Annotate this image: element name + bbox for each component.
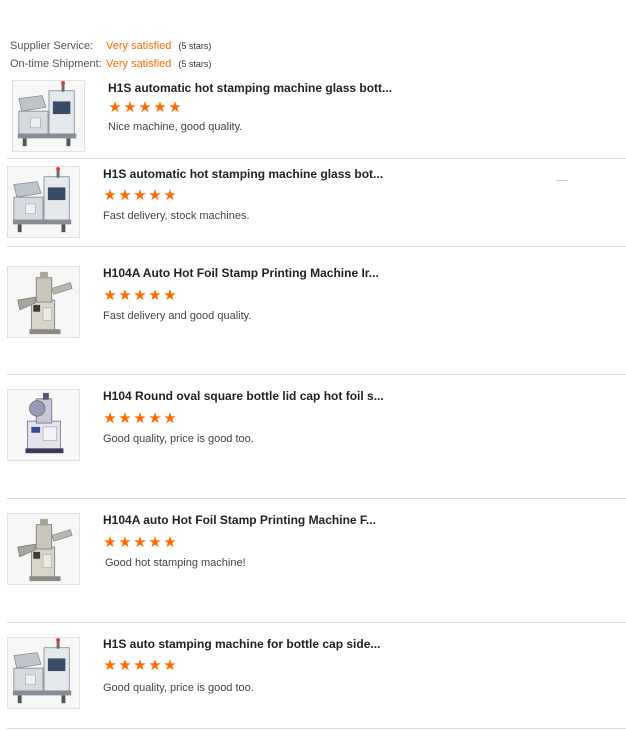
- review-comment: Fast delivery and good quality.: [103, 310, 252, 322]
- supplier-service-value: Very satisfied: [106, 40, 172, 52]
- star-icon: ★: [103, 410, 117, 427]
- star-rating: ★ ★ ★ ★ ★: [103, 534, 177, 551]
- review-comment: Good hot stamping machine!: [105, 557, 246, 569]
- star-icon: ★: [133, 657, 147, 674]
- product-image[interactable]: [12, 80, 85, 152]
- star-icon: ★: [133, 287, 147, 304]
- h1s-machine-icon: [13, 81, 84, 151]
- supplier-service-stars: (5 stars): [178, 41, 212, 51]
- star-icon: ★: [148, 287, 162, 304]
- star-icon: ★: [133, 410, 147, 427]
- star-icon: ★: [148, 187, 162, 204]
- review-item: H1S automatic hot stamping machine glass…: [0, 77, 626, 159]
- star-icon: ★: [168, 99, 182, 116]
- review-item: H104 Round oval square bottle lid cap ho…: [0, 375, 626, 499]
- review-item: H1S automatic hot stamping machine glass…: [0, 159, 626, 247]
- star-rating: ★ ★ ★ ★ ★: [108, 99, 182, 116]
- product-image[interactable]: [7, 166, 80, 238]
- on-time-shipment-stars: (5 stars): [178, 59, 212, 69]
- star-icon: ★: [163, 187, 177, 204]
- star-rating: ★ ★ ★ ★ ★: [103, 410, 177, 427]
- on-time-shipment-value: Very satisfied: [106, 58, 172, 70]
- star-icon: ★: [148, 534, 162, 551]
- star-icon: ★: [163, 287, 177, 304]
- star-icon: ★: [163, 410, 177, 427]
- star-icon: ★: [133, 534, 147, 551]
- review-comment: Good quality, price is good too.: [103, 682, 254, 694]
- star-icon: ★: [118, 534, 132, 551]
- product-title-link[interactable]: H104A Auto Hot Foil Stamp Printing Machi…: [103, 266, 379, 280]
- star-icon: ★: [108, 99, 122, 116]
- star-icon: ★: [123, 99, 137, 116]
- review-item: H104A Auto Hot Foil Stamp Printing Machi…: [0, 247, 626, 375]
- review-item: H104A auto Hot Foil Stamp Printing Machi…: [0, 499, 626, 623]
- product-title-link[interactable]: H1S automatic hot stamping machine glass…: [108, 81, 392, 95]
- star-icon: ★: [103, 187, 117, 204]
- product-title-link[interactable]: H104A auto Hot Foil Stamp Printing Machi…: [103, 513, 376, 527]
- star-rating: ★ ★ ★ ★ ★: [103, 187, 177, 204]
- star-icon: ★: [163, 657, 177, 674]
- supplier-service-label: Supplier Service:: [10, 40, 94, 52]
- review-comment: Nice machine, good quality.: [108, 121, 243, 133]
- h104a-machine-icon: [8, 514, 79, 584]
- star-icon: ★: [118, 657, 132, 674]
- divider-mark: [556, 180, 568, 181]
- star-icon: ★: [138, 99, 152, 116]
- product-image[interactable]: [7, 266, 80, 338]
- review-divider: [7, 728, 626, 729]
- star-icon: ★: [103, 657, 117, 674]
- on-time-shipment-row: On-time Shipment: Very satisfied (5 star…: [10, 55, 211, 73]
- star-icon: ★: [163, 534, 177, 551]
- product-title-link[interactable]: H1S automatic hot stamping machine glass…: [103, 167, 383, 181]
- review-item: H1S auto stamping machine for bottle cap…: [0, 623, 626, 729]
- star-icon: ★: [103, 534, 117, 551]
- star-icon: ★: [118, 287, 132, 304]
- star-icon: ★: [148, 657, 162, 674]
- h104-machine-icon: [8, 390, 79, 460]
- review-comment: Fast delivery, stock machines.: [103, 210, 250, 222]
- h1s-machine-icon: [8, 167, 79, 237]
- star-icon: ★: [118, 410, 132, 427]
- star-icon: ★: [103, 287, 117, 304]
- star-icon: ★: [148, 410, 162, 427]
- supplier-service-row: Supplier Service: Very satisfied (5 star…: [10, 37, 211, 55]
- product-image[interactable]: [7, 637, 80, 709]
- h1s-machine-icon: [8, 638, 79, 708]
- product-title-link[interactable]: H1S auto stamping machine for bottle cap…: [103, 637, 380, 651]
- star-rating: ★ ★ ★ ★ ★: [103, 287, 177, 304]
- product-image[interactable]: [7, 513, 80, 585]
- product-image[interactable]: [7, 389, 80, 461]
- review-comment: Good quality, price is good too.: [103, 433, 254, 445]
- star-rating: ★ ★ ★ ★ ★: [103, 657, 177, 674]
- on-time-shipment-label: On-time Shipment:: [10, 58, 102, 70]
- supplier-rating-summary: Supplier Service: Very satisfied (5 star…: [10, 37, 211, 73]
- h104a-machine-icon: [8, 267, 79, 337]
- star-icon: ★: [118, 187, 132, 204]
- star-icon: ★: [153, 99, 167, 116]
- star-icon: ★: [133, 187, 147, 204]
- product-title-link[interactable]: H104 Round oval square bottle lid cap ho…: [103, 389, 384, 403]
